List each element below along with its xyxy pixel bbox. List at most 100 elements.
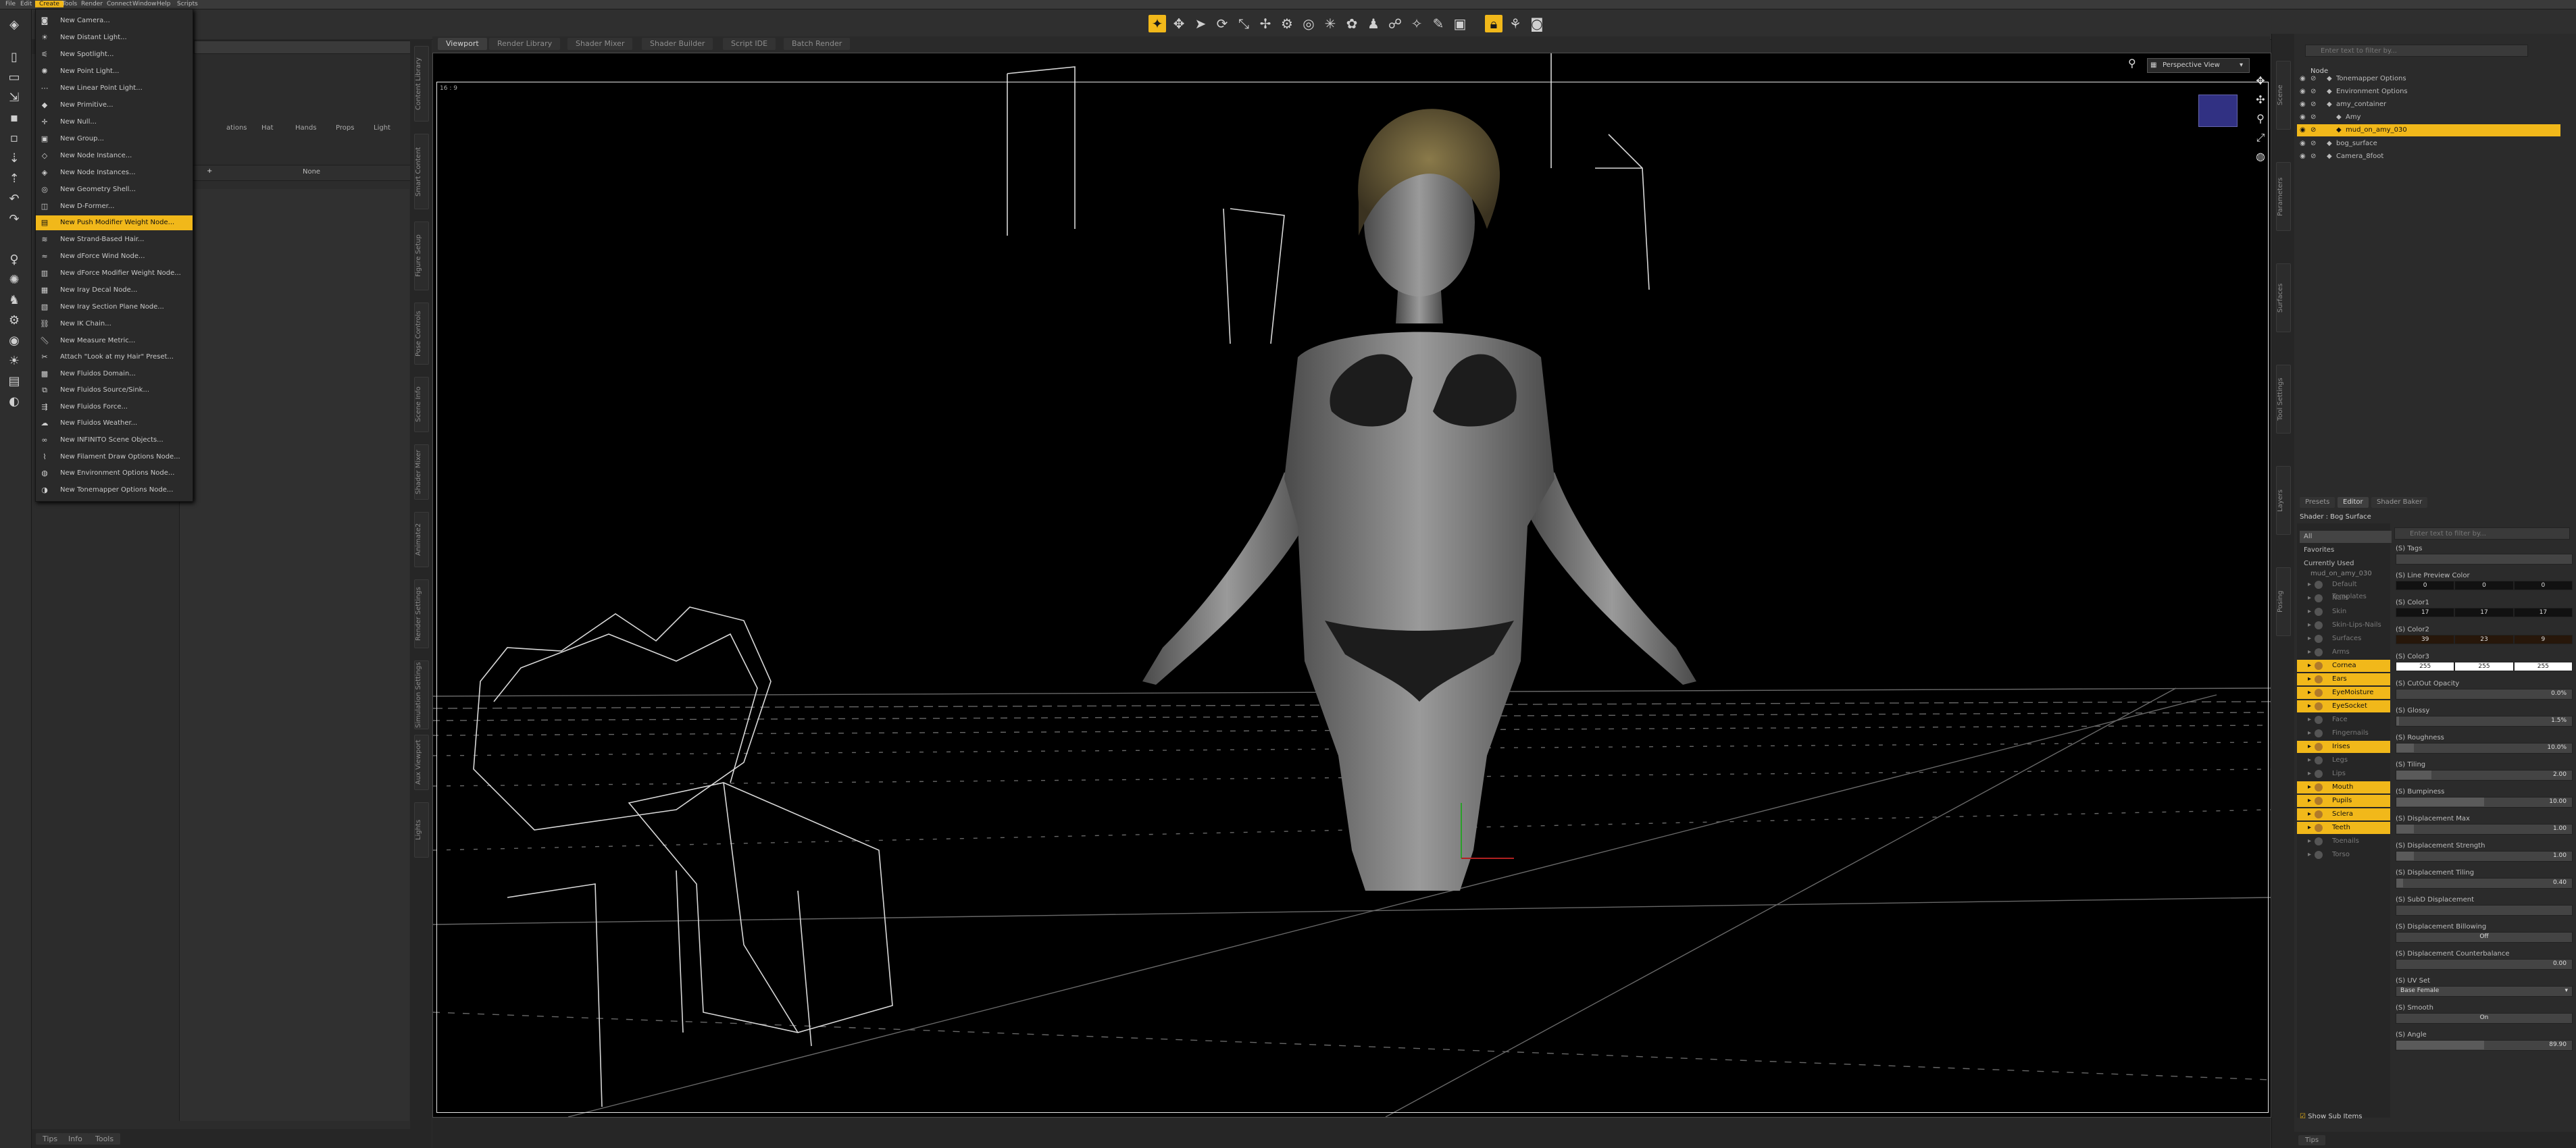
tab-render-library[interactable]: Render Library	[489, 38, 561, 50]
lock-small-icon[interactable]: ⊘	[2310, 124, 2316, 136]
tab-script-ide[interactable]: Script IDE	[723, 38, 776, 50]
category-currently-used[interactable]: Currently Used	[2300, 558, 2392, 570]
tab-info[interactable]: Info	[61, 1133, 89, 1145]
create-menu-item[interactable]: ▤ New Push Modifier Weight Node...	[36, 215, 193, 230]
create-menu-item[interactable]: ▦ New Iray Decal Node...	[36, 283, 193, 298]
color-channel[interactable]: 23	[2454, 635, 2514, 644]
create-menu-item[interactable]: ▩ New Fluidos Domain...	[36, 367, 193, 382]
color-channel[interactable]: 255	[2454, 662, 2514, 671]
material-row[interactable]: ▸ Irises	[2297, 741, 2390, 753]
create-menu-item[interactable]: ◑ New Tonemapper Options Node...	[36, 483, 193, 498]
create-menu-item[interactable]: ∞ New INFINITO Scene Objects...	[36, 433, 193, 448]
material-row[interactable]: ▸ Sclera	[2297, 808, 2390, 820]
render-icon[interactable]: ⚙	[6, 313, 22, 328]
property-filter-input[interactable]: Enter text to filter by...	[2394, 527, 2570, 540]
expand-arrow-icon[interactable]: ▸	[2308, 579, 2311, 591]
save-icon[interactable]: ▪	[6, 111, 22, 126]
tab-shader-baker[interactable]: Shader Baker	[2371, 497, 2428, 508]
expand-arrow-icon[interactable]: ▸	[2308, 646, 2311, 658]
create-menu-item[interactable]: ◙ New Camera...	[36, 14, 193, 28]
color-channel[interactable]: 39	[2396, 635, 2455, 644]
create-menu-item[interactable]: ⧉ New Fluidos Source/Sink...	[36, 383, 193, 398]
zoom-icon[interactable]: ⚲	[2253, 112, 2268, 127]
expand-arrow-icon[interactable]: ▸	[2308, 741, 2311, 753]
left-tab-render-settings[interactable]: Render Settings	[414, 579, 429, 648]
camera-tool-icon[interactable]: ◉	[6, 334, 22, 348]
color-channel[interactable]: 17	[2396, 608, 2455, 617]
left-tab-lights[interactable]: Lights	[414, 802, 429, 858]
scale-tool-icon[interactable]: ⤡	[1235, 15, 1253, 32]
expand-arrow-icon[interactable]: ▸	[2308, 795, 2311, 807]
universal-tool-icon[interactable]: ✥	[1170, 15, 1188, 32]
create-menu-item[interactable]: ▥ New dForce Modifier Weight Node...	[36, 266, 193, 281]
eye-icon[interactable]: ◉	[2300, 86, 2306, 98]
material-row[interactable]: ▸ EyeSocket	[2297, 700, 2390, 712]
expand-arrow-icon[interactable]: ▸	[2308, 849, 2311, 861]
view-cube[interactable]	[2198, 95, 2238, 127]
material-row[interactable]: ▸ Torso	[2297, 849, 2390, 861]
lock-icon[interactable]: 🔒︎	[1485, 15, 1502, 32]
orbit-icon[interactable]: ✥	[2253, 74, 2268, 89]
color-swatch[interactable]: 000	[2396, 581, 2573, 590]
expand-arrow-icon[interactable]: ▸	[2308, 700, 2311, 712]
eye-icon[interactable]: ◉	[2300, 99, 2306, 111]
lock-small-icon[interactable]: ⊘	[2310, 138, 2316, 150]
eye-icon[interactable]: ◉	[2300, 124, 2306, 136]
left-tab-simulation-settings[interactable]: Simulation Settings	[414, 660, 429, 729]
figure-icon[interactable]: ♀	[6, 253, 22, 267]
create-menu-item[interactable]: ✂ Attach "Look at my Hair" Preset...	[36, 350, 193, 365]
material-row[interactable]: ▸ Legs	[2297, 754, 2390, 766]
scene-row[interactable]: ◉ ⊘ ◆ Camera_8foot	[2297, 151, 2560, 163]
left-tab-shader-mixer[interactable]: Shader Mixer	[414, 444, 429, 500]
create-menu-item[interactable]: ✺ New Point Light...	[36, 64, 193, 79]
content-icon[interactable]: ✺	[6, 273, 22, 288]
create-menu-item[interactable]: ⛓ New IK Chain...	[36, 317, 193, 332]
import-icon[interactable]: ⇣	[6, 151, 22, 166]
menu-tools[interactable]: Tools	[62, 1, 77, 7]
material-row[interactable]: ▸ Pupils	[2297, 795, 2390, 807]
left-tab-pose-controls[interactable]: Pose Controls	[414, 303, 429, 365]
property-slider[interactable]: 0.0%	[2396, 689, 2573, 700]
tab-tools[interactable]: Tools	[89, 1133, 121, 1145]
expand-arrow-icon[interactable]: ▸	[2308, 673, 2311, 685]
color-channel[interactable]: 9	[2513, 635, 2573, 644]
view-select-dropdown[interactable]: ▦ Perspective View ▾	[2147, 58, 2250, 73]
menu-render[interactable]: Render	[81, 1, 103, 7]
create-menu-item[interactable]: ◇ New Node Instance...	[36, 149, 193, 163]
color-channel[interactable]: 255	[2396, 662, 2455, 671]
node-selection-tool-icon[interactable]: ✦	[1148, 15, 1166, 32]
expand-arrow-icon[interactable]: ▸	[2308, 633, 2311, 645]
eye-icon[interactable]: ◉	[2300, 111, 2306, 124]
edit-tool-icon[interactable]: ✎	[1430, 15, 1447, 32]
menu-help[interactable]: Help	[157, 1, 171, 7]
category-all[interactable]: All	[2300, 531, 2392, 543]
left-tab-animate2[interactable]: Animate2	[414, 512, 429, 567]
lock-small-icon[interactable]: ⊘	[2310, 99, 2316, 111]
menu-file[interactable]: File	[5, 1, 16, 7]
tab-shader-builder[interactable]: Shader Builder	[642, 38, 713, 50]
left-tab-scene-info[interactable]: Scene Info	[414, 377, 429, 432]
scene-row[interactable]: ◉ ⊘ ◆ Tonemapper Options	[2297, 73, 2560, 85]
create-menu-item[interactable]: ☁ New Fluidos Weather...	[36, 416, 193, 431]
tab-tips[interactable]: Tips	[36, 1133, 65, 1145]
frame-icon[interactable]: ◍	[2253, 150, 2268, 165]
region-nav-icon[interactable]: ◎	[1300, 15, 1317, 32]
filter-label[interactable]: Light	[374, 124, 390, 132]
tab-shader-mixer[interactable]: Shader Mixer	[567, 38, 633, 50]
tab-tips-right[interactable]: Tips	[2298, 1135, 2326, 1145]
property-slider[interactable]: 1.00	[2396, 824, 2573, 835]
create-menu-item[interactable]: ✛ New Null...	[36, 115, 193, 130]
expand-arrow-icon[interactable]: ▸	[2308, 835, 2311, 847]
property-slider[interactable]: 1.00	[2396, 851, 2573, 862]
create-menu-item[interactable]: ⋯ New Linear Point Light...	[36, 81, 193, 96]
lock-small-icon[interactable]: ⊘	[2310, 111, 2316, 124]
menu-create[interactable]: Create	[35, 1, 64, 7]
tab-batch-render[interactable]: Batch Render	[784, 38, 851, 50]
filter-label[interactable]: Hands	[295, 124, 317, 132]
property-slider[interactable]: 2.00	[2396, 770, 2573, 781]
color-swatch[interactable]: 255 255 255	[2396, 662, 2573, 671]
material-row[interactable]: ▸ Cornea	[2297, 660, 2390, 672]
create-menu-item[interactable]: ◫ New D-Former...	[36, 199, 193, 214]
render-settings-icon[interactable]: ⚘	[1507, 15, 1524, 32]
left-tab-aux-viewport[interactable]: Aux Viewport	[414, 735, 429, 790]
